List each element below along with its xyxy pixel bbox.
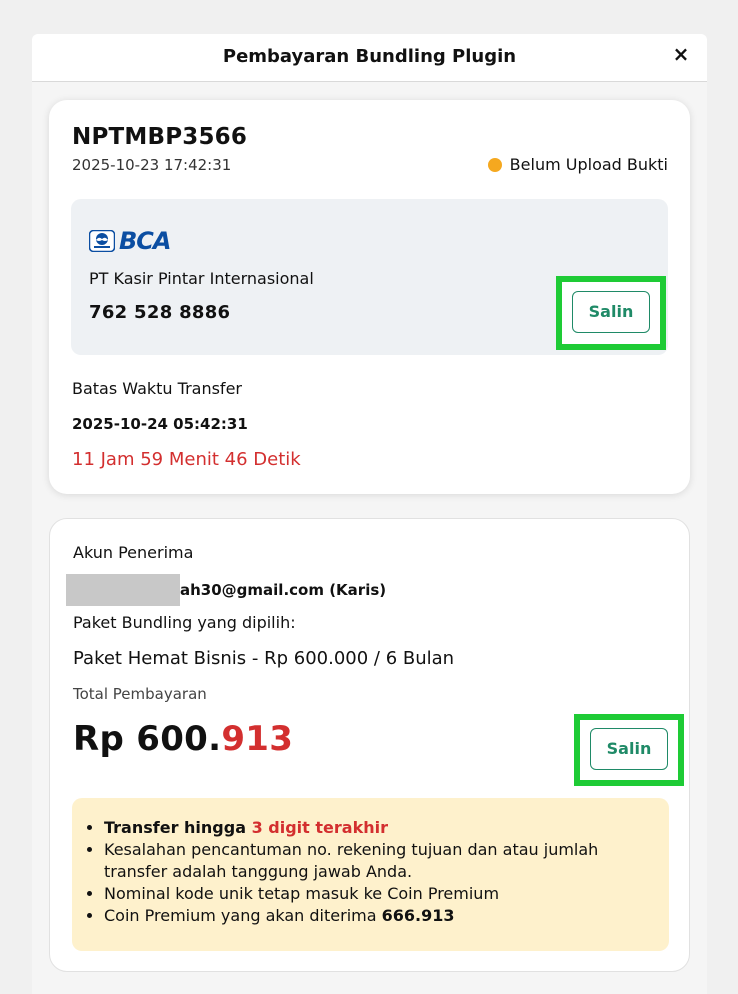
note-item: Nominal kode unik tetap masuk ke Coin Pr…: [104, 883, 644, 905]
modal-header: Pembayaran Bundling Plugin ×: [32, 34, 707, 82]
note-4-value: 666.913: [381, 906, 455, 925]
note-4-prefix: Coin Premium yang akan diterima: [104, 906, 382, 925]
account-name: PT Kasir Pintar Internasional: [89, 269, 314, 288]
bca-logo-text: BCA: [119, 227, 171, 255]
order-id: NPTMBP3566: [72, 124, 248, 150]
copy-account-number-button[interactable]: Salin: [572, 291, 650, 333]
package-value: Paket Hemat Bisnis - Rp 600.000 / 6 Bula…: [73, 648, 455, 669]
total-amount: Rp 600.913: [73, 719, 293, 759]
deadline-label: Batas Waktu Transfer: [72, 379, 242, 398]
note-item: Transfer hingga 3 digit terakhir: [104, 817, 644, 839]
status-text: Belum Upload Bukti: [509, 155, 668, 174]
modal-title: Pembayaran Bundling Plugin: [222, 46, 517, 67]
status-dot-icon: [487, 157, 502, 172]
note-item: Kesalahan pencantuman no. rekening tujua…: [104, 839, 644, 883]
package-label: Paket Bundling yang dipilih:: [73, 613, 296, 632]
copy-total-highlight: Salin: [574, 714, 684, 786]
deadline-value: 2025-10-24 05:42:31: [72, 415, 248, 433]
total-label: Total Pembayaran: [73, 685, 207, 703]
bca-logo: BCA: [89, 227, 171, 255]
note-item: Coin Premium yang akan diterima 666.913: [104, 905, 644, 927]
bca-emblem-icon: [89, 230, 115, 252]
notes-list: Transfer hingga 3 digit terakhir Kesalah…: [104, 817, 644, 927]
bank-account-box: BCA PT Kasir Pintar Internasional 762 52…: [71, 199, 668, 355]
total-amount-prefix: Rp 600.: [73, 719, 222, 759]
recipient-email: ah30@gmail.com (Karis): [180, 581, 387, 599]
order-date: 2025-10-23 17:42:31: [72, 156, 232, 174]
note-1-highlight: 3 digit terakhir: [251, 818, 388, 837]
account-number: 762 528 8886: [89, 302, 231, 323]
order-summary-card: Akun Penerima ah30@gmail.com (Karis) Pak…: [49, 518, 690, 972]
countdown-timer: 11 Jam 59 Menit 46 Detik: [72, 449, 301, 470]
recipient-email-row: ah30@gmail.com (Karis): [66, 574, 386, 606]
redacted-block: [66, 574, 180, 606]
note-1-prefix: Transfer hingga: [104, 818, 252, 837]
copy-total-button[interactable]: Salin: [590, 728, 668, 770]
status-badge: Belum Upload Bukti: [487, 155, 668, 174]
copy-account-highlight: Salin: [556, 276, 666, 350]
recipient-label: Akun Penerima: [73, 543, 194, 562]
payment-modal: Pembayaran Bundling Plugin × NPTMBP3566 …: [32, 34, 707, 994]
transfer-notes-box: Transfer hingga 3 digit terakhir Kesalah…: [72, 798, 669, 951]
payment-info-card: NPTMBP3566 2025-10-23 17:42:31 Belum Upl…: [49, 100, 690, 494]
close-icon[interactable]: ×: [669, 42, 693, 66]
total-unique-digits: 913: [221, 719, 294, 759]
